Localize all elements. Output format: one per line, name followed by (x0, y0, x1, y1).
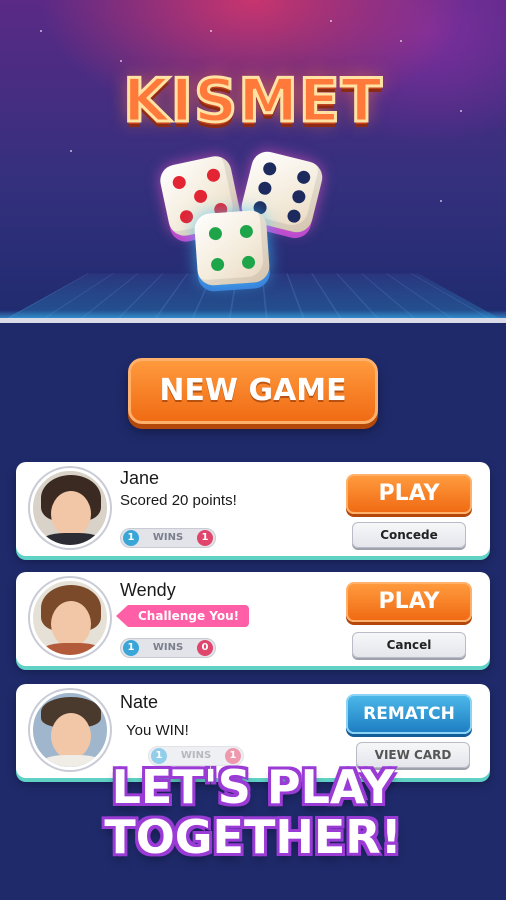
match-status: Scored 20 points! (120, 492, 237, 509)
player-name: Jane (120, 468, 160, 488)
avatar (30, 690, 110, 770)
match-status: You WIN! (126, 722, 189, 739)
wins-counter: 1 WINS 1 (120, 528, 216, 548)
promo-tagline: LET'S PLAY TOGETHER! (0, 762, 506, 862)
wins-right-count: 0 (197, 640, 213, 656)
avatar (30, 578, 110, 658)
play-button[interactable]: PLAY (346, 582, 472, 622)
challenge-badge: Challenge You! (116, 605, 250, 627)
concede-button[interactable]: Concede (352, 522, 466, 548)
player-name: Nate (120, 692, 159, 712)
avatar (30, 468, 110, 548)
play-button[interactable]: PLAY (346, 474, 472, 514)
green-die-icon (193, 209, 271, 287)
rematch-button[interactable]: REMATCH (346, 694, 472, 734)
wins-right-count: 1 (197, 530, 213, 546)
tagline-line-2: TOGETHER! (104, 810, 402, 864)
match-card-jane: Jane Scored 20 points! 1 WINS 1 PLAY Con… (16, 462, 490, 556)
cancel-button[interactable]: Cancel (352, 632, 466, 658)
match-card-wendy: Wendy Challenge You! 1 WINS 0 PLAY Cance… (16, 572, 490, 666)
wins-counter: 1 WINS 0 (120, 638, 216, 658)
tagline-line-1: LET'S PLAY (111, 760, 395, 814)
wins-left-count: 1 (123, 640, 139, 656)
hero-banner: KISMET (0, 0, 506, 322)
game-logo: KISMET (122, 65, 384, 138)
new-game-button[interactable]: NEW GAME (128, 358, 378, 424)
hero-divider (0, 318, 506, 323)
wins-label: WINS (152, 532, 184, 543)
wins-left-count: 1 (123, 530, 139, 546)
wins-label: WINS (152, 642, 184, 653)
player-name: Wendy (120, 580, 176, 600)
